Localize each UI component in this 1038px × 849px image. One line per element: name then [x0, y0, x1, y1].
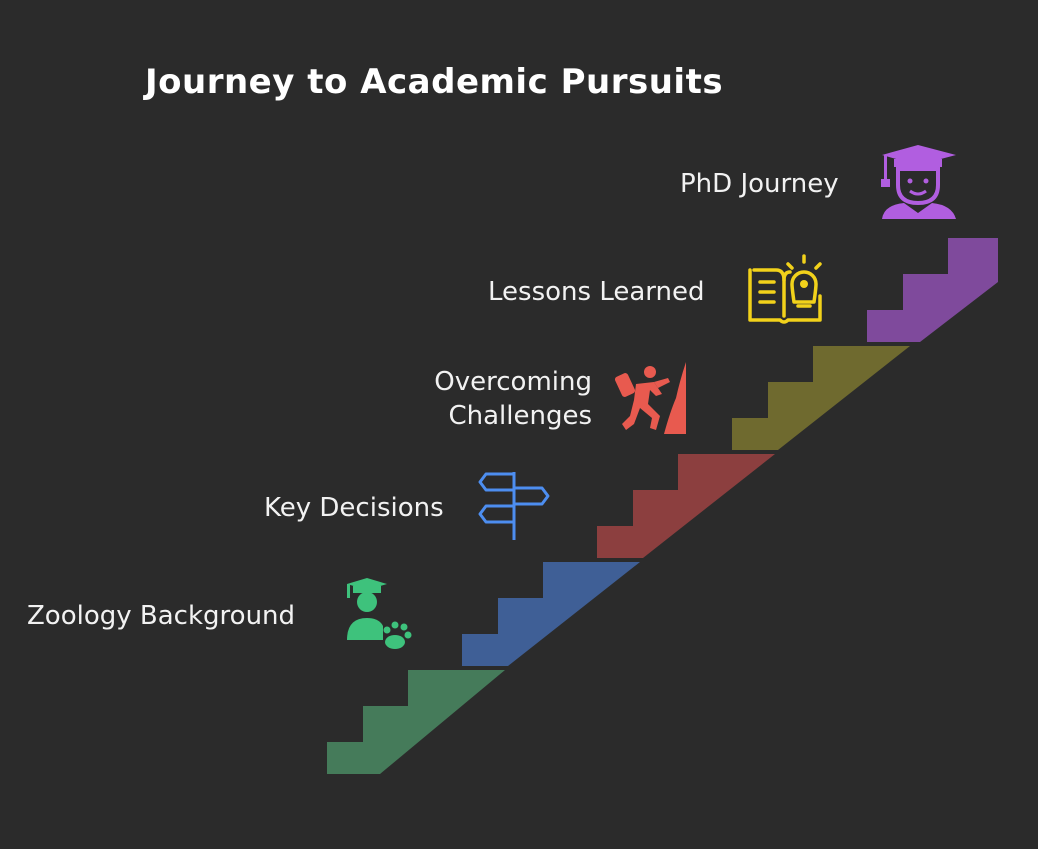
step-label-decisions: Key Decisions: [264, 493, 444, 523]
stair-segment-challenges: [588, 454, 775, 558]
stair-segment-decisions: [453, 562, 640, 666]
book-lightbulb-icon: [748, 254, 822, 324]
step-label-lessons: Lessons Learned: [488, 277, 705, 307]
step-label-phd: PhD Journey: [680, 169, 839, 199]
stair-segment-lessons: [723, 346, 910, 450]
stair-segment-zoology: [318, 670, 505, 774]
climber-icon: [614, 362, 686, 434]
student-with-paw-icon: [347, 578, 412, 649]
step-label-challenges: Overcoming Challenges: [380, 365, 592, 433]
graduate-icon: [881, 145, 956, 219]
step-label-challenges-line2: Challenges: [448, 401, 592, 431]
step-label-challenges-line1: Overcoming: [434, 367, 592, 397]
step-label-zoology: Zoology Background: [27, 601, 296, 631]
stair-segment-phd: [858, 238, 998, 342]
signpost-icon: [478, 472, 550, 540]
